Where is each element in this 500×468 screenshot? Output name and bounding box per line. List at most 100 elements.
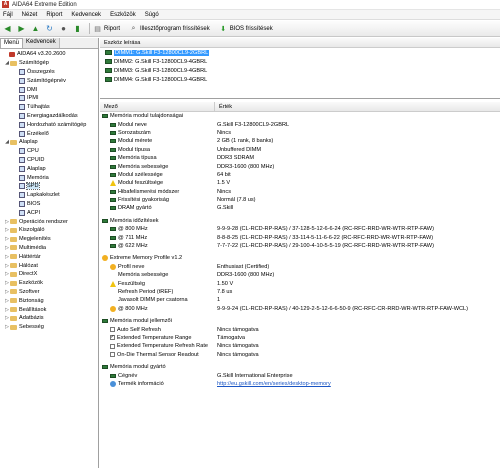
- tree-item[interactable]: CPU: [0, 147, 98, 156]
- tree-item[interactable]: ▷ Beállítások: [0, 305, 98, 314]
- category-icon: [10, 244, 17, 251]
- property-field-label: Modul neve: [118, 121, 147, 128]
- property-row[interactable]: @ 622 MHz 7-7-7-22 (CL-RCD-RP-RAS) / 29-1…: [100, 242, 500, 250]
- tree-item[interactable]: Alaplap: [0, 164, 98, 173]
- tree-item[interactable]: ▷ Operációs rendszer: [0, 217, 98, 226]
- property-value: G.Skill International Enterprise: [217, 372, 293, 379]
- menu-file[interactable]: Fájl: [3, 12, 13, 18]
- property-row[interactable]: On-Die Thermal Sensor Readout Nincs támog…: [100, 351, 500, 359]
- section-header: Extreme Memory Profile v1.2: [100, 254, 500, 262]
- property-row[interactable]: Modul szélessége 64 bit: [100, 171, 500, 179]
- tree-item[interactable]: ACPI: [0, 208, 98, 217]
- property-row[interactable]: Modul neve G.Skill F3-12800CL9-2GBRL: [100, 120, 500, 128]
- property-row[interactable]: Memória sebessége DDR3-1600 (800 MHz): [100, 162, 500, 170]
- tree-item[interactable]: ▷ Szoftver: [0, 288, 98, 297]
- property-row[interactable]: Modul típusa Unbuffered DIMM: [100, 146, 500, 154]
- property-row[interactable]: Auto Self Refresh Nincs támogatva: [100, 325, 500, 333]
- property-field: Javasolt DIMM per csatorna: [100, 297, 215, 303]
- property-row[interactable]: Sorozatszám Nincs: [100, 129, 500, 137]
- property-row[interactable]: Modul feszültsége 1.5 V: [100, 179, 500, 187]
- driver-updates-button[interactable]: ⌕ Illesztőprogram frissítések: [129, 24, 210, 33]
- tree-item[interactable]: ◢ Számítógép: [0, 59, 98, 68]
- category-icon: [10, 280, 17, 287]
- device-list-item[interactable]: DIMM1: G.Skill F3-12800CL9-2GBRL: [100, 48, 500, 57]
- tree-item[interactable]: CPUID: [0, 156, 98, 165]
- property-row[interactable]: Profil neve Enthusiast (Certified): [100, 263, 500, 271]
- tree-item[interactable]: DMI: [0, 85, 98, 94]
- tree-item[interactable]: Energiagazdálkodás: [0, 112, 98, 121]
- tree-item[interactable]: ▷ Megjelenítés: [0, 235, 98, 244]
- property-value: Unbuffered DIMM: [217, 146, 262, 153]
- tree-item[interactable]: ▷ Kiszolgáló: [0, 226, 98, 235]
- property-row[interactable]: @ 800 MHz 9-9-9-28 (CL-RCD-RP-RAS) / 37-1…: [100, 225, 500, 233]
- report-button[interactable]: ▤ Riport: [93, 24, 120, 33]
- memory-module-icon: [110, 172, 116, 177]
- tree-item[interactable]: ▷ Hálózat: [0, 261, 98, 270]
- category-icon: [10, 315, 17, 322]
- device-list-item[interactable]: DIMM2: G.Skill F3-12800CL9-4GBRL: [100, 57, 500, 66]
- property-field-label: Memória típusa: [118, 155, 157, 162]
- tree-item[interactable]: Lapkakészlet: [0, 191, 98, 200]
- page-icon: [18, 121, 25, 128]
- forward-icon[interactable]: ▶: [16, 23, 27, 34]
- property-value: Nincs támogatva: [217, 351, 259, 358]
- column-value-header[interactable]: Érték: [215, 102, 232, 111]
- property-row[interactable]: Memória típusa DDR3 SDRAM: [100, 154, 500, 162]
- tree-item[interactable]: Számítógépnév: [0, 76, 98, 85]
- menu-report[interactable]: Riport: [46, 12, 62, 18]
- property-row[interactable]: Hibafelismerési módszer Nincs: [100, 188, 500, 196]
- app-icon: [8, 51, 15, 58]
- tree-item[interactable]: Összegzés: [0, 68, 98, 77]
- property-row[interactable]: Termék információ http://eu.gskill.com/en…: [100, 380, 500, 388]
- property-row[interactable]: Feszültség 1.50 V: [100, 279, 500, 287]
- bios-updates-button[interactable]: ⬇ BIOS frissítések: [219, 24, 272, 33]
- tree-item[interactable]: ▷ Biztonság: [0, 296, 98, 305]
- property-row[interactable]: Memória sebessége DDR3-1600 (800 MHz): [100, 271, 500, 279]
- property-row[interactable]: Cégnév G.Skill International Enterprise: [100, 371, 500, 379]
- property-row[interactable]: ✓ Extended Temperature Range Támogatva: [100, 334, 500, 342]
- column-field-header[interactable]: Mező: [100, 102, 215, 111]
- device-list-header[interactable]: Eszköz leírása: [100, 38, 500, 48]
- tree-item[interactable]: ▷ Sebesség: [0, 323, 98, 332]
- chart-icon[interactable]: ▮: [72, 23, 83, 34]
- property-row[interactable]: @ 711 MHz 8-8-8-25 (CL-RCD-RP-RAS) / 33-1…: [100, 233, 500, 241]
- property-row[interactable]: Frissítési gyakoriság Normál (7.8 us): [100, 196, 500, 204]
- property-row[interactable]: @ 800 MHz 9-9-9-24 (CL-RCD-RP-RAS) / 40-1…: [100, 305, 500, 313]
- tree-item[interactable]: ▷ Eszközök: [0, 279, 98, 288]
- menu-favorites[interactable]: Kedvencek: [71, 12, 101, 18]
- back-icon[interactable]: ◀: [2, 23, 13, 34]
- category-icon: [10, 271, 17, 278]
- tree-item[interactable]: IPMI: [0, 94, 98, 103]
- tree-item[interactable]: Érzékelő: [0, 129, 98, 138]
- xmp-icon: [102, 255, 108, 262]
- section-header: Memória időzítések: [100, 217, 500, 225]
- menu-tools[interactable]: Eszközök: [110, 12, 136, 18]
- tree-item[interactable]: Memória: [0, 173, 98, 182]
- device-list-item[interactable]: DIMM4: G.Skill F3-12800CL9-4GBRL: [100, 75, 500, 84]
- property-row[interactable]: Javasolt DIMM per csatorna 1: [100, 296, 500, 304]
- user-icon[interactable]: ●: [58, 23, 69, 34]
- tree-item[interactable]: AIDA64 v3.20.2600: [0, 50, 98, 59]
- property-row[interactable]: Extended Temperature Refresh Rate Nincs t…: [100, 342, 500, 350]
- up-icon[interactable]: ▲: [30, 23, 41, 34]
- tree-item[interactable]: ▷ DirectX: [0, 270, 98, 279]
- tab-menu[interactable]: Menü: [0, 38, 24, 48]
- property-field-label: Sorozatszám: [118, 129, 151, 136]
- tab-favorites[interactable]: Kedvencek: [23, 38, 60, 48]
- property-row[interactable]: Refresh Period (tREF) 7.8 us: [100, 288, 500, 296]
- tree-item[interactable]: ▷ Háttértár: [0, 252, 98, 261]
- tree-item[interactable]: ▷ Multimédia: [0, 244, 98, 253]
- tree-item[interactable]: ▷ Adatbázis: [0, 314, 98, 323]
- tree-item[interactable]: ◢ Alaplap: [0, 138, 98, 147]
- tree-item[interactable]: SPD: [0, 182, 98, 191]
- product-info-link[interactable]: http://eu.gskill.com/en/series/desktop-m…: [215, 381, 331, 387]
- tree-item[interactable]: Hordozható számítógép: [0, 120, 98, 129]
- tree-item[interactable]: BIOS: [0, 200, 98, 209]
- menu-help[interactable]: Súgó: [145, 12, 159, 18]
- property-row[interactable]: DRAM gyártó G.Skill: [100, 204, 500, 212]
- menu-view[interactable]: Nézet: [22, 12, 38, 18]
- property-row[interactable]: Modul mérete 2 GB (1 rank, 8 banks): [100, 137, 500, 145]
- device-list-item[interactable]: DIMM3: G.Skill F3-12800CL9-4GBRL: [100, 66, 500, 75]
- refresh-icon[interactable]: ↻: [44, 23, 55, 34]
- tree-item[interactable]: Túlhajtás: [0, 103, 98, 112]
